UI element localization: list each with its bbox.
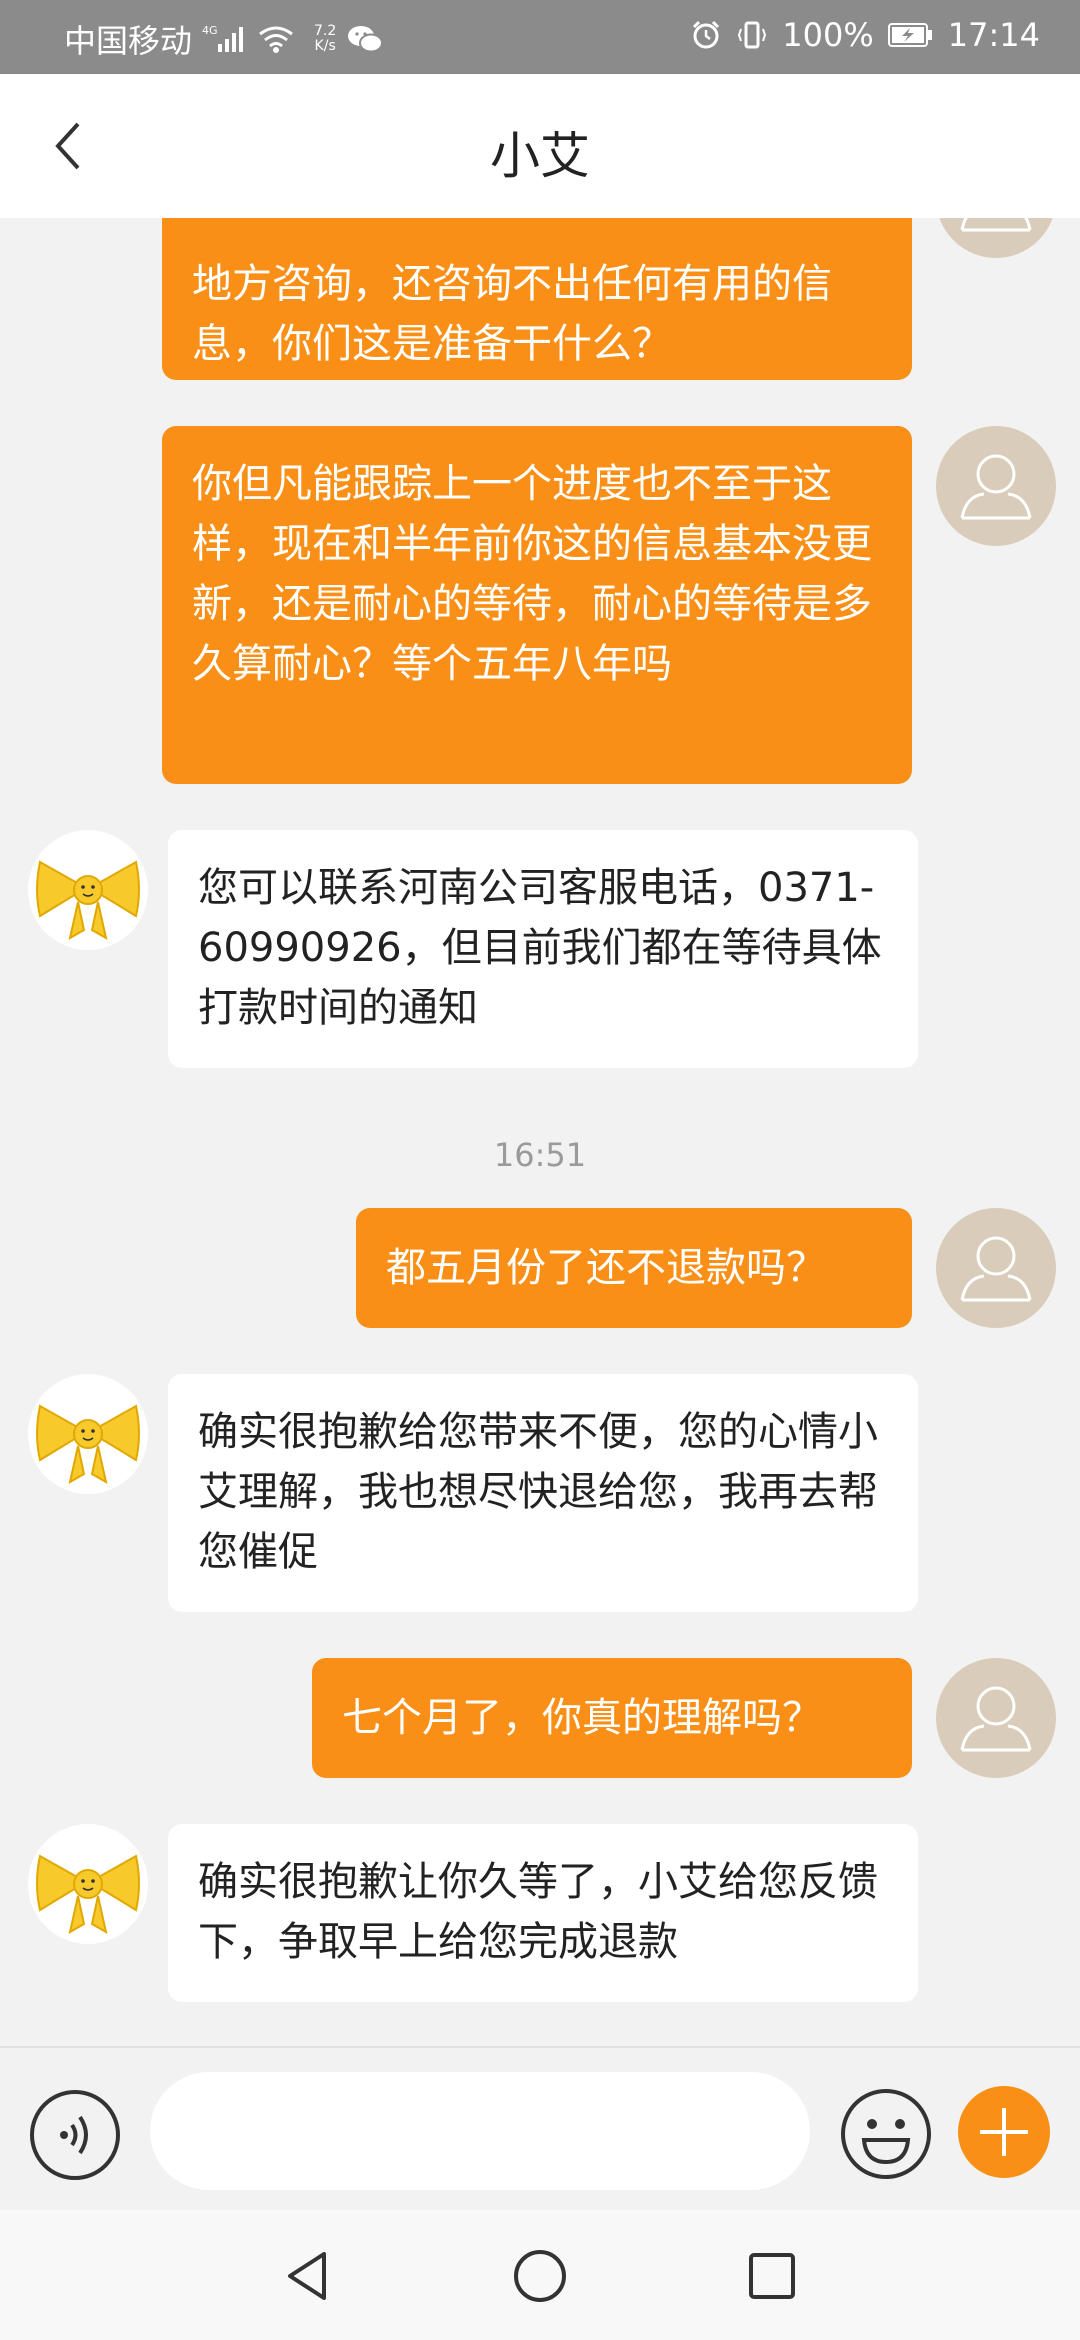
nav-home-icon [514,2250,566,2302]
user-silhouette-icon [960,218,1032,232]
message-text: 七个月了，你真的理解吗？ [342,1695,822,1741]
user-silhouette-icon [960,454,1032,520]
more-options-button[interactable] [958,2086,1050,2178]
outgoing-message-bubble[interactable]: 都五月份了还不退款吗？ [356,1208,912,1328]
message-text: 您可以联系河南公司客服电话，0371-60990926，但目前我们都在等待具体打… [198,865,882,1031]
bow-mascot-icon [36,860,140,940]
signal-icon: 4G [202,24,246,54]
clock-time: 17:14 [947,16,1040,54]
message-text: 地方咨询，还咨询不出任何有用的信息，你们这是准备干什么？ [192,261,832,367]
nav-home-button[interactable] [510,2246,570,2306]
message-timestamp: 16:51 [493,1136,587,1174]
incoming-message-bubble[interactable]: 确实很抱歉让你久等了，小艾给您反馈下，争取早上给您完成退款 [168,1824,918,2002]
status-bar: 中国移动 4G 7.2 K/s 100% 17:14 [0,0,1080,74]
nav-recents-icon [749,2253,795,2299]
voice-icon [30,2090,120,2180]
speed-unit: K/s [314,38,336,54]
plus-icon [980,2108,1028,2156]
message-text: 确实很抱歉让你久等了，小艾给您反馈下，争取早上给您完成退款 [198,1859,878,1965]
user-silhouette-icon [960,1236,1032,1302]
outgoing-message-bubble[interactable]: 七个月了，你真的理解吗？ [312,1658,912,1778]
user-silhouette-icon [960,1686,1032,1752]
page-title: 小艾 [490,127,590,185]
outgoing-message-bubble[interactable]: 你但凡能跟踪上一个进度也不至于这样，现在和半年前你这的信息基本没更新，还是耐心的… [162,426,912,784]
nav-back-button[interactable] [278,2246,338,2306]
speed-value: 7.2 [314,23,337,39]
incoming-message-bubble[interactable]: 确实很抱歉给您带来不便，您的心情小艾理解，我也想尽快退给您，我再去帮您催促 [168,1374,918,1612]
battery-percent: 100% [782,16,874,54]
user-avatar[interactable] [936,426,1056,546]
network-speed: 7.2 K/s [314,24,336,54]
network-type-label: 4G [202,24,218,37]
chat-header: 小艾 [0,74,1080,218]
bow-mascot-icon [36,1854,140,1934]
nav-back-icon [288,2252,326,2300]
voice-button[interactable] [28,2088,122,2182]
bot-avatar[interactable] [28,830,148,950]
user-avatar[interactable] [936,218,1056,258]
message-input[interactable] [150,2072,810,2190]
vibrate-icon [736,19,768,51]
battery-charging-icon [887,22,934,48]
user-avatar[interactable] [936,1208,1056,1328]
carrier-name: 中国移动 [64,22,193,60]
bow-mascot-icon [36,1404,140,1484]
outgoing-message-bubble[interactable]: 地方咨询，还咨询不出任何有用的信息，你们这是准备干什么？ [162,218,912,380]
emoji-button[interactable] [838,2086,934,2182]
wifi-icon [256,24,296,54]
message-text: 都五月份了还不退款吗？ [386,1245,826,1291]
chat-message-list[interactable]: 地方咨询，还咨询不出任何有用的信息，你们这是准备干什么？ 你但凡能跟踪上一个进度… [0,218,1080,2046]
incoming-message-bubble[interactable]: 您可以联系河南公司客服电话，0371-60990926，但目前我们都在等待具体打… [168,830,918,1068]
bot-avatar[interactable] [28,1824,148,1944]
message-input-bar [0,2046,1080,2212]
message-text: 你但凡能跟踪上一个进度也不至于这样，现在和半年前你这的信息基本没更新，还是耐心的… [192,461,872,687]
wechat-icon [346,23,384,55]
user-avatar[interactable] [936,1658,1056,1778]
message-text: 确实很抱歉给您带来不便，您的心情小艾理解，我也想尽快退给您，我再去帮您催促 [198,1409,878,1575]
bot-avatar[interactable] [28,1374,148,1494]
nav-recents-button[interactable] [742,2246,802,2306]
system-navigation-bar [0,2210,1080,2340]
emoji-icon [841,2089,931,2179]
alarm-icon [690,19,722,51]
